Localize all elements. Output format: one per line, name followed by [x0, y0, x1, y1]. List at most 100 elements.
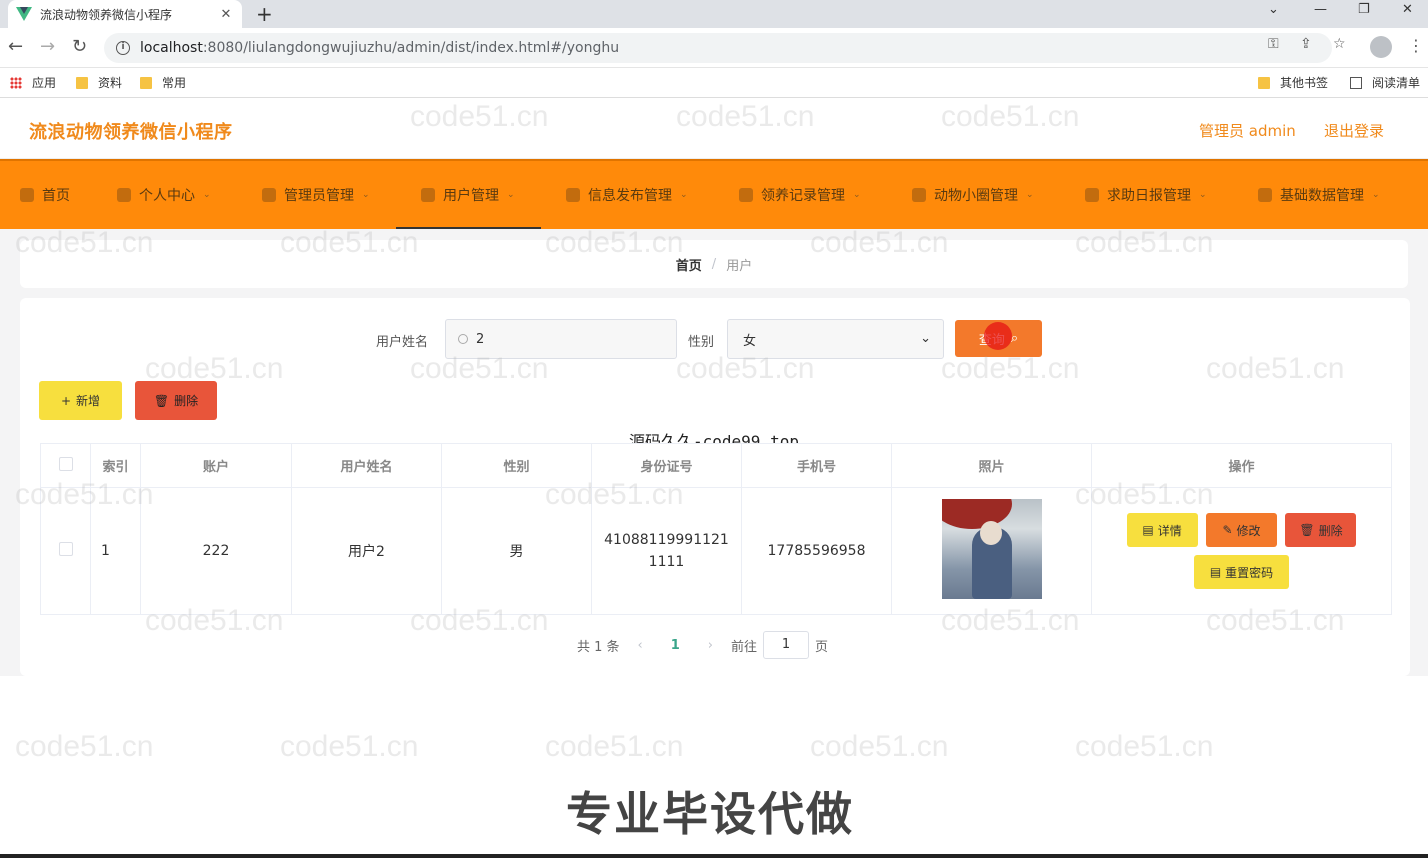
nav-home[interactable]: 首页: [20, 161, 70, 229]
edit-label: 修改: [1236, 523, 1261, 538]
chevron-down-icon[interactable]: ⌄: [1268, 2, 1279, 17]
bookmark-folder[interactable]: 资料: [76, 74, 122, 91]
bookmark-other[interactable]: 其他书签: [1258, 74, 1328, 91]
row-checkbox[interactable]: [58, 542, 73, 556]
cell-phone: 17785596958: [741, 487, 892, 615]
detail-label: 详情: [1157, 523, 1182, 538]
add-button[interactable]: + 新增: [39, 381, 122, 420]
chevron-down-icon: ⌄: [853, 190, 861, 200]
table-header-row: 索引 账户 用户姓名 性别 身份证号 手机号 照片 操作: [40, 443, 1392, 488]
watermark: code51.cn: [280, 730, 419, 763]
nav-info-publish[interactable]: 信息发布管理 ⌄: [566, 161, 688, 229]
nav-label: 管理员管理: [284, 188, 354, 204]
nav-animal-circle[interactable]: 动物小圈管理 ⌄: [912, 161, 1034, 229]
forward-icon[interactable]: →: [40, 36, 55, 57]
bookmark-label: 常用: [162, 76, 187, 90]
gender-select[interactable]: 女 ⌄: [727, 319, 944, 359]
cell-gender: 男: [441, 487, 592, 615]
menu-icon[interactable]: ⋮: [1408, 36, 1424, 55]
bookmark-apps[interactable]: 应用: [10, 74, 56, 91]
breadcrumb-home[interactable]: 首页: [676, 255, 702, 274]
nav-user-manage[interactable]: 用户管理 ⌄: [421, 161, 515, 229]
star-icon[interactable]: ☆: [1333, 36, 1346, 52]
user-icon: [421, 188, 435, 202]
name-search-field[interactable]: [445, 319, 677, 359]
folder-icon: [76, 76, 88, 89]
select-all-checkbox[interactable]: [58, 456, 73, 471]
nav-help-daily[interactable]: 求助日报管理 ⌄: [1085, 161, 1207, 229]
url-host: localhost: [140, 40, 203, 56]
share-icon[interactable]: ⇪: [1300, 36, 1312, 52]
restore-icon[interactable]: ❐: [1358, 2, 1370, 17]
back-icon[interactable]: ←: [8, 36, 23, 57]
bookmark-label: 阅读清单: [1372, 76, 1421, 90]
chevron-down-icon: ⌄: [1372, 190, 1380, 200]
add-button-label: 新增: [76, 394, 101, 408]
nav-label: 个人中心: [139, 188, 195, 204]
nav-label: 动物小圈管理: [934, 188, 1018, 204]
nav-label: 领养记录管理: [761, 188, 845, 204]
column-header: 操作: [1091, 443, 1392, 488]
nav-personal-center[interactable]: 个人中心 ⌄: [117, 161, 211, 229]
close-tab-icon[interactable]: ✕: [218, 7, 234, 22]
watermark: code51.cn: [1075, 730, 1214, 763]
info-icon[interactable]: i: [116, 41, 130, 55]
cell-actions: ▤ 详情 ✎ 修改 🗑 删除 ▤ 重置密码: [1091, 487, 1392, 615]
chevron-down-icon: ⌄: [362, 190, 370, 200]
nav-adoption-record[interactable]: 领养记录管理 ⌄: [739, 161, 861, 229]
logout-button[interactable]: 退出登录: [1324, 120, 1384, 141]
prev-page-icon[interactable]: ‹: [638, 638, 643, 653]
column-header: 照片: [891, 443, 1092, 488]
url-path: :8080/liulangdongwujiuzhu/admin/dist/ind…: [202, 40, 620, 56]
chevron-down-icon: ⌄: [507, 190, 515, 200]
gender-select-value: 女: [743, 333, 757, 349]
breadcrumb-current: 用户: [726, 258, 753, 274]
app-header: 流浪动物领养微信小程序 管理员 admin 退出登录: [0, 99, 1428, 159]
delete-button[interactable]: 🗑 删除: [1285, 513, 1357, 547]
cell-account: 222: [140, 487, 292, 615]
window-close-icon[interactable]: ✕: [1402, 2, 1413, 17]
column-header: 索引: [90, 443, 141, 488]
nav-admin-manage[interactable]: 管理员管理 ⌄: [262, 161, 370, 229]
circle-icon: [912, 188, 926, 202]
home-icon: [20, 188, 34, 202]
edit-button[interactable]: ✎ 修改: [1206, 513, 1277, 547]
profile-avatar[interactable]: [1370, 36, 1392, 58]
batch-delete-button[interactable]: 🗑 删除: [135, 381, 217, 420]
page-number[interactable]: 1: [671, 638, 680, 653]
help-icon: [1085, 188, 1099, 202]
next-page-icon[interactable]: ›: [708, 638, 713, 653]
detail-button[interactable]: ▤ 详情: [1126, 513, 1198, 547]
trash-icon: 🗑: [1299, 523, 1315, 537]
data-icon: [1258, 188, 1272, 202]
apps-icon: [10, 76, 22, 89]
watermark: code51.cn: [545, 730, 684, 763]
table-row: 1 222 用户2 男 410881199911211111 177855969…: [40, 487, 1392, 615]
watermark: code51.cn: [810, 730, 949, 763]
new-tab-icon[interactable]: +: [256, 2, 273, 26]
breadcrumb: 首页 / 用户: [20, 240, 1408, 288]
column-header: 账户: [140, 443, 292, 488]
reload-icon[interactable]: ↻: [72, 36, 87, 57]
folder-icon: [1258, 76, 1270, 89]
nav-base-data[interactable]: 基础数据管理 ⌄: [1258, 161, 1380, 229]
pagination-total: 共 1 条: [577, 639, 620, 655]
info-icon: [566, 188, 580, 202]
key-icon[interactable]: ⚿: [1268, 36, 1279, 52]
user-table: 索引 账户 用户姓名 性别 身份证号 手机号 照片 操作 1 222 用户2 男…: [40, 443, 1392, 615]
bookmark-folder[interactable]: 常用: [140, 74, 186, 91]
column-header: 用户姓名: [291, 443, 442, 488]
reset-password-button[interactable]: ▤ 重置密码: [1194, 555, 1289, 589]
chevron-down-icon: ⌄: [1026, 190, 1034, 200]
search-icon: ⌕: [1010, 331, 1019, 346]
browser-tab[interactable]: 流浪动物领养微信小程序 ✕: [8, 0, 242, 28]
goto-page-input[interactable]: 1: [763, 631, 810, 659]
gender-filter-label: 性别: [688, 335, 715, 350]
reading-list[interactable]: 阅读清单: [1350, 74, 1420, 91]
plus-icon: +: [60, 393, 72, 408]
minimize-icon[interactable]: —: [1314, 2, 1327, 17]
app-title: 流浪动物领养微信小程序: [29, 122, 233, 143]
chevron-down-icon: ⌄: [680, 190, 688, 200]
url-input[interactable]: i localhost :8080/liulangdongwujiuzhu/ad…: [104, 33, 1332, 63]
name-search-input[interactable]: [476, 331, 666, 347]
